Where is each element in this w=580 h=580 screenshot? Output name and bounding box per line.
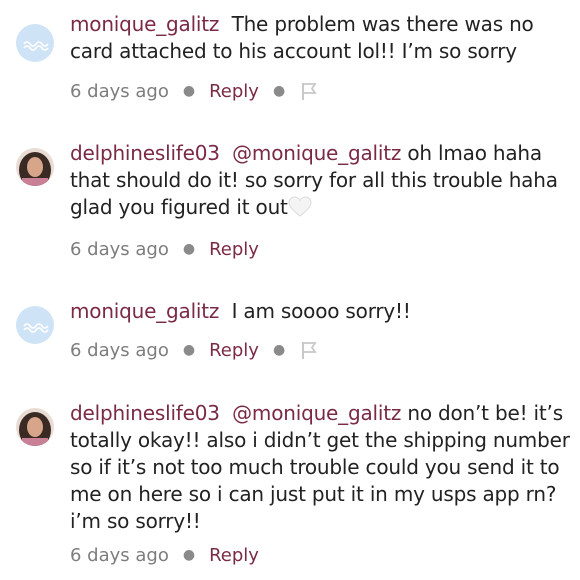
comment-text: I am soooo sorry!! — [231, 299, 411, 323]
flag-icon[interactable] — [299, 340, 319, 360]
comment-body: monique_galitz I am soooo sorry!! — [70, 298, 570, 325]
comment-username[interactable]: delphineslife03 — [70, 141, 220, 165]
white-heart-emoji — [288, 196, 312, 218]
separator-dot: ● — [182, 83, 196, 99]
separator-dot: ● — [272, 83, 286, 99]
comment-timestamp: 6 days ago — [70, 238, 169, 260]
reply-button[interactable]: Reply — [209, 239, 259, 260]
comment-body: delphineslife03 @monique_galitz no don’t… — [70, 400, 570, 535]
comment-body: delphineslife03 @monique_galitz oh lmao … — [70, 140, 570, 221]
separator-dot: ● — [182, 547, 196, 563]
wave-icon — [23, 323, 49, 333]
separator-dot: ● — [182, 241, 196, 257]
comment-timestamp: 6 days ago — [70, 339, 169, 361]
avatar[interactable] — [16, 24, 54, 62]
profile-photo-icon — [16, 408, 54, 446]
reply-button[interactable]: Reply — [209, 545, 259, 566]
reply-button[interactable]: Reply — [209, 81, 259, 102]
comment-username[interactable]: delphineslife03 — [70, 401, 220, 425]
separator-dot: ● — [182, 342, 196, 358]
comment-meta: 6 days ago ● Reply ● — [70, 78, 319, 104]
comment-timestamp: 6 days ago — [70, 80, 169, 102]
avatar[interactable] — [16, 306, 54, 344]
profile-photo-icon — [16, 148, 54, 186]
comment-mention[interactable]: @monique_galitz — [232, 141, 401, 165]
avatar[interactable] — [16, 408, 54, 446]
comment-username[interactable]: monique_galitz — [70, 12, 219, 36]
comment-meta: 6 days ago ● Reply ● — [70, 337, 319, 363]
comment-body: monique_galitz The problem was there was… — [70, 11, 570, 65]
comment-timestamp: 6 days ago — [70, 544, 169, 566]
reply-button[interactable]: Reply — [209, 340, 259, 361]
separator-dot: ● — [272, 342, 286, 358]
wave-icon — [23, 41, 49, 51]
comment-meta: 6 days ago ● Reply — [70, 236, 259, 262]
avatar[interactable] — [16, 148, 54, 186]
comment-thread: monique_galitz The problem was there was… — [0, 0, 580, 580]
flag-icon[interactable] — [299, 81, 319, 101]
comment-mention[interactable]: @monique_galitz — [232, 401, 401, 425]
comment-username[interactable]: monique_galitz — [70, 299, 219, 323]
comment-meta: 6 days ago ● Reply — [70, 542, 259, 568]
